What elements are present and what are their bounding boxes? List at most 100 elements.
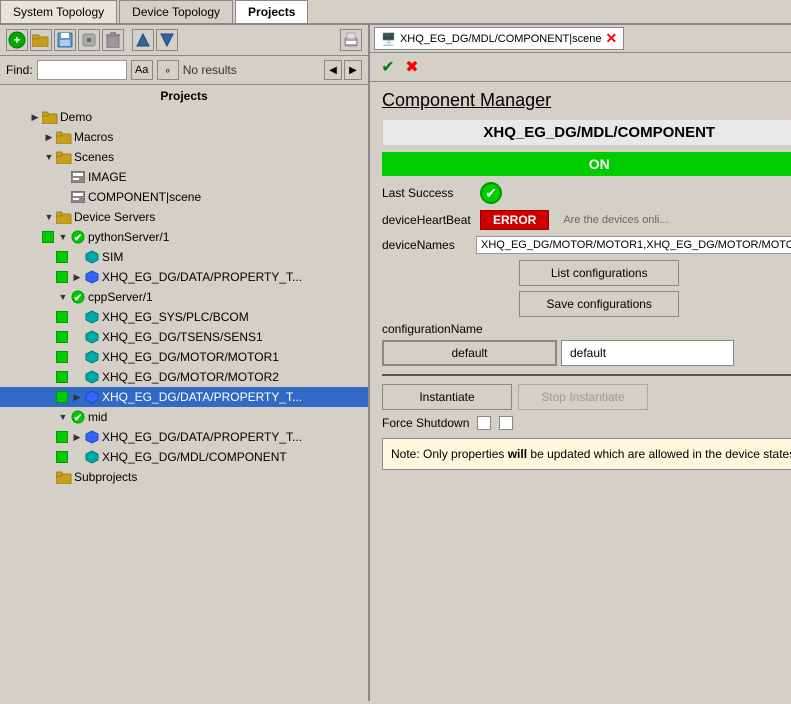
status-green-indicator: [56, 351, 68, 363]
cm-config-input[interactable]: [382, 340, 557, 366]
tree-expand-btn[interactable]: ▼: [42, 210, 56, 224]
tree-item[interactable]: ▶Demo: [0, 107, 368, 127]
tree-item-label: XHQ_EG_DG/MDL/COMPONENT: [102, 450, 287, 464]
tree-item[interactable]: ▶XHQ_EG_DG/DATA/PROPERTY_T...: [0, 427, 368, 447]
toolbar-print-btn[interactable]: [340, 29, 362, 51]
tree-expand-btn[interactable]: [70, 350, 84, 364]
tree-expand-btn[interactable]: [70, 310, 84, 324]
tree-item[interactable]: ▼✔pythonServer/1: [0, 227, 368, 247]
svg-text:✔: ✔: [74, 233, 82, 244]
toolbar-delete-btn[interactable]: [102, 29, 124, 51]
status-empty-indicator: [42, 291, 54, 303]
tree-item[interactable]: ▼✔cppServer/1: [0, 287, 368, 307]
cm-instantiate-btn[interactable]: Instantiate: [382, 384, 512, 410]
cm-config-value[interactable]: [561, 340, 734, 366]
find-prev-btn[interactable]: ◀: [324, 60, 342, 80]
tree-expand-btn[interactable]: ▼: [56, 290, 70, 304]
toolbar-settings-btn[interactable]: [78, 29, 100, 51]
tree-item[interactable]: SIM: [0, 247, 368, 267]
tree-item[interactable]: COMPONENT|scene: [0, 187, 368, 207]
tree-expand-btn[interactable]: [70, 250, 84, 264]
right-tab-bar: 🖥️ XHQ_EG_DG/MDL/COMPONENT|scene ✕: [370, 25, 791, 53]
tree-expand-btn[interactable]: ▶: [70, 430, 84, 444]
tree-expand-btn[interactable]: ▶: [28, 110, 42, 124]
cm-last-success-icon: ✔: [480, 182, 502, 204]
tree-expand-btn[interactable]: [70, 370, 84, 384]
cm-list-config-container: List configurations: [382, 260, 791, 286]
tree-item[interactable]: ▶XHQ_EG_DG/DATA/PROPERTY_T...: [0, 267, 368, 287]
cm-force-label: Force Shutdown: [382, 416, 469, 430]
tree-item[interactable]: XHQ_EG_DG/MDL/COMPONENT: [0, 447, 368, 467]
toolbar-new-btn[interactable]: +: [6, 29, 28, 51]
tree-item[interactable]: Subprojects: [0, 467, 368, 487]
tree-item-label: XHQ_EG_DG/MOTOR/MOTOR1: [102, 350, 279, 364]
main-layout: +: [0, 25, 791, 701]
tree-expand-btn[interactable]: ▼: [56, 410, 70, 424]
tree-item-label: XHQ_EG_DG/DATA/PROPERTY_T...: [102, 390, 302, 404]
tree-expand-btn[interactable]: ▼: [42, 150, 56, 164]
cm-stop-instantiate-btn[interactable]: Stop Instantiate: [518, 384, 648, 410]
toolbar-down-btn[interactable]: [156, 29, 178, 51]
cm-force-checkbox1[interactable]: [477, 416, 491, 430]
device-cyan-icon: [84, 309, 100, 325]
tree-item[interactable]: ▶ XHQ_EG_DG/DATA/PROPERTY_T...: [0, 387, 368, 407]
tree-item[interactable]: XHQ_EG_DG/MOTOR/MOTOR1: [0, 347, 368, 367]
right-tab-close-btn[interactable]: ✕: [605, 30, 617, 47]
cm-save-config-btn[interactable]: Save configurations: [519, 291, 679, 317]
tree-container: Projects ▶Demo▶Macros▼Scenes IMAGE COMPO…: [0, 85, 368, 701]
toolbar-open-btn[interactable]: [30, 29, 52, 51]
find-next-btn[interactable]: ▶: [344, 60, 362, 80]
tree-item-label: IMAGE: [88, 170, 127, 184]
find-status: No results: [183, 63, 237, 77]
cm-force-checkbox2[interactable]: [499, 416, 513, 430]
device-cyan-icon: [84, 249, 100, 265]
tree-expand-btn[interactable]: ▶: [70, 270, 84, 284]
tree-item[interactable]: XHQ_EG_DG/TSENS/SENS1: [0, 327, 368, 347]
tree-expand-btn[interactable]: [70, 330, 84, 344]
tab-device-topology[interactable]: Device Topology: [119, 0, 233, 23]
toolbar-up-btn[interactable]: [132, 29, 154, 51]
tree-item[interactable]: ▼Scenes: [0, 147, 368, 167]
cm-last-success-label: Last Success: [382, 186, 472, 200]
device-cyan-icon: [84, 329, 100, 345]
cm-device-names-row: deviceNames XHQ_EG_DG/MOTOR/MOTOR1,XHQ_E…: [382, 236, 791, 254]
tree-expand-btn[interactable]: ▼: [56, 230, 70, 244]
cm-config-row: [382, 340, 791, 366]
tree-expand-btn[interactable]: ▶: [42, 130, 56, 144]
tree-expand-btn[interactable]: [42, 470, 56, 484]
tree-item[interactable]: ▼Device Servers: [0, 207, 368, 227]
tree-item[interactable]: XHQ_EG_SYS/PLC/BCOM: [0, 307, 368, 327]
status-green-indicator: [56, 391, 68, 403]
tree-item[interactable]: IMAGE: [0, 167, 368, 187]
cm-list-config-btn[interactable]: List configurations: [519, 260, 679, 286]
server-green-icon: ✔: [70, 229, 86, 245]
tree-expand-btn[interactable]: [56, 190, 70, 204]
cm-note-box: Note: Only properties will be updated wh…: [382, 438, 791, 470]
tree-expand-btn[interactable]: [56, 170, 70, 184]
tree-expand-btn[interactable]: [70, 450, 84, 464]
device-blue-icon: [84, 429, 100, 445]
find-wholeword-btn[interactable]: ∘: [157, 60, 179, 80]
find-matchcase-btn[interactable]: Aa: [131, 60, 153, 80]
right-panel: 🖥️ XHQ_EG_DG/MDL/COMPONENT|scene ✕ ✔ ✖ C…: [370, 25, 791, 701]
cm-left: Component Manager XHQ_EG_DG/MDL/COMPONEN…: [382, 90, 791, 470]
status-green-indicator: [42, 231, 54, 243]
scene-icon: [70, 189, 86, 205]
tab-projects[interactable]: Projects: [235, 0, 308, 23]
tree-expand-btn[interactable]: ▶: [70, 390, 84, 404]
tree-item[interactable]: ▼✔mid: [0, 407, 368, 427]
rt-cross-btn[interactable]: ✖: [402, 57, 422, 77]
tab-system-topology[interactable]: System Topology: [0, 0, 117, 23]
tree-item-label: XHQ_EG_DG/MOTOR/MOTOR2: [102, 370, 279, 384]
tree-item[interactable]: XHQ_EG_DG/MOTOR/MOTOR2: [0, 367, 368, 387]
status-green-indicator: [56, 251, 68, 263]
tree-item[interactable]: ▶Macros: [0, 127, 368, 147]
toolbar-save-btn[interactable]: [54, 29, 76, 51]
right-tab-component-scene[interactable]: 🖥️ XHQ_EG_DG/MDL/COMPONENT|scene ✕: [374, 27, 624, 50]
cm-split-layout: Component Manager XHQ_EG_DG/MDL/COMPONEN…: [382, 90, 779, 470]
find-nav: ◀ ▶: [324, 60, 362, 80]
rt-check-btn[interactable]: ✔: [378, 57, 398, 77]
status-green-indicator: [56, 451, 68, 463]
cm-status-bar: ON: [382, 152, 791, 176]
find-input[interactable]: [37, 60, 127, 80]
